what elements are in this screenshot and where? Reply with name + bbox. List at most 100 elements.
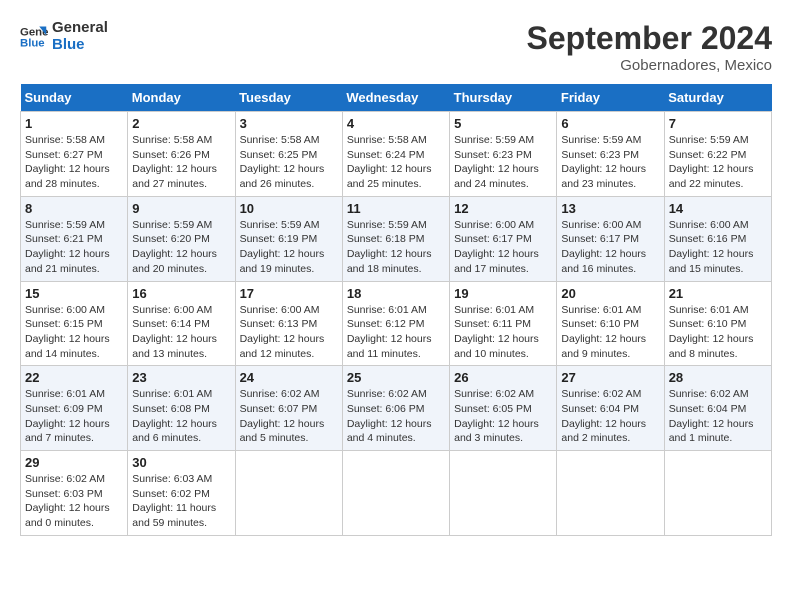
calendar-cell: 13 Sunrise: 6:00 AM Sunset: 6:17 PM Dayli… [557, 196, 664, 281]
title-block: September 2024 Gobernadores, Mexico [527, 20, 772, 74]
day-number: 24 [240, 370, 338, 385]
month-title: September 2024 [527, 20, 772, 57]
day-number: 29 [25, 455, 123, 470]
calendar-cell: 5 Sunrise: 5:59 AM Sunset: 6:23 PM Daylig… [450, 112, 557, 197]
calendar-cell: 28 Sunrise: 6:02 AM Sunset: 6:04 PM Dayli… [664, 366, 771, 451]
day-number: 15 [25, 286, 123, 301]
page-header: General Blue General Blue September 2024… [20, 20, 772, 74]
calendar-cell [664, 451, 771, 536]
calendar-cell: 11 Sunrise: 5:59 AM Sunset: 6:18 PM Dayli… [342, 196, 449, 281]
day-number: 17 [240, 286, 338, 301]
calendar-cell: 29 Sunrise: 6:02 AM Sunset: 6:03 PM Dayli… [21, 451, 128, 536]
calendar-table: SundayMondayTuesdayWednesdayThursdayFrid… [20, 84, 772, 536]
calendar-cell [342, 451, 449, 536]
day-number: 7 [669, 116, 767, 131]
day-header-thursday: Thursday [450, 84, 557, 112]
day-info: Sunrise: 5:58 AM Sunset: 6:26 PM Dayligh… [132, 133, 230, 192]
day-number: 18 [347, 286, 445, 301]
day-info: Sunrise: 5:59 AM Sunset: 6:19 PM Dayligh… [240, 218, 338, 277]
calendar-week-row: 1 Sunrise: 5:58 AM Sunset: 6:27 PM Daylig… [21, 112, 772, 197]
svg-text:Blue: Blue [20, 37, 45, 49]
day-number: 9 [132, 201, 230, 216]
day-info: Sunrise: 5:58 AM Sunset: 6:27 PM Dayligh… [25, 133, 123, 192]
calendar-cell: 6 Sunrise: 5:59 AM Sunset: 6:23 PM Daylig… [557, 112, 664, 197]
day-number: 22 [25, 370, 123, 385]
calendar-cell [235, 451, 342, 536]
day-number: 12 [454, 201, 552, 216]
calendar-week-row: 22 Sunrise: 6:01 AM Sunset: 6:09 PM Dayli… [21, 366, 772, 451]
day-header-wednesday: Wednesday [342, 84, 449, 112]
day-info: Sunrise: 6:02 AM Sunset: 6:03 PM Dayligh… [25, 472, 123, 531]
day-info: Sunrise: 6:01 AM Sunset: 6:08 PM Dayligh… [132, 387, 230, 446]
day-info: Sunrise: 6:03 AM Sunset: 6:02 PM Dayligh… [132, 472, 230, 531]
day-info: Sunrise: 6:00 AM Sunset: 6:17 PM Dayligh… [454, 218, 552, 277]
day-header-monday: Monday [128, 84, 235, 112]
day-info: Sunrise: 6:00 AM Sunset: 6:14 PM Dayligh… [132, 303, 230, 362]
location: Gobernadores, Mexico [527, 57, 772, 74]
day-header-tuesday: Tuesday [235, 84, 342, 112]
calendar-cell: 3Sunrise: 5:58 AM Sunset: 6:25 PM Daylig… [235, 112, 342, 197]
day-number: 21 [669, 286, 767, 301]
day-info: Sunrise: 6:01 AM Sunset: 6:11 PM Dayligh… [454, 303, 552, 362]
day-info: Sunrise: 5:59 AM Sunset: 6:20 PM Dayligh… [132, 218, 230, 277]
calendar-week-row: 29 Sunrise: 6:02 AM Sunset: 6:03 PM Dayli… [21, 451, 772, 536]
calendar-cell [450, 451, 557, 536]
calendar-cell: 21Sunrise: 6:01 AM Sunset: 6:10 PM Dayli… [664, 281, 771, 366]
day-header-saturday: Saturday [664, 84, 771, 112]
day-number: 30 [132, 455, 230, 470]
calendar-cell: 9 Sunrise: 5:59 AM Sunset: 6:20 PM Daylig… [128, 196, 235, 281]
day-info: Sunrise: 6:00 AM Sunset: 6:13 PM Dayligh… [240, 303, 338, 362]
day-info: Sunrise: 6:02 AM Sunset: 6:04 PM Dayligh… [669, 387, 767, 446]
calendar-cell [557, 451, 664, 536]
calendar-cell: 23 Sunrise: 6:01 AM Sunset: 6:08 PM Dayli… [128, 366, 235, 451]
calendar-cell: 2 Sunrise: 5:58 AM Sunset: 6:26 PM Daylig… [128, 112, 235, 197]
day-info: Sunrise: 6:00 AM Sunset: 6:16 PM Dayligh… [669, 218, 767, 277]
calendar-week-row: 8Sunrise: 5:59 AM Sunset: 6:21 PM Daylig… [21, 196, 772, 281]
calendar-header-row: SundayMondayTuesdayWednesdayThursdayFrid… [21, 84, 772, 112]
calendar-cell: 27 Sunrise: 6:02 AM Sunset: 6:04 PM Dayli… [557, 366, 664, 451]
day-info: Sunrise: 6:00 AM Sunset: 6:15 PM Dayligh… [25, 303, 123, 362]
day-info: Sunrise: 5:59 AM Sunset: 6:23 PM Dayligh… [561, 133, 659, 192]
calendar-cell: 18Sunrise: 6:01 AM Sunset: 6:12 PM Dayli… [342, 281, 449, 366]
day-number: 27 [561, 370, 659, 385]
day-info: Sunrise: 6:02 AM Sunset: 6:05 PM Dayligh… [454, 387, 552, 446]
day-number: 1 [25, 116, 123, 131]
day-number: 2 [132, 116, 230, 131]
day-number: 20 [561, 286, 659, 301]
day-info: Sunrise: 6:00 AM Sunset: 6:17 PM Dayligh… [561, 218, 659, 277]
calendar-cell: 24 Sunrise: 6:02 AM Sunset: 6:07 PM Dayli… [235, 366, 342, 451]
logo-line2: Blue [52, 37, 108, 54]
calendar-cell: 8Sunrise: 5:59 AM Sunset: 6:21 PM Daylig… [21, 196, 128, 281]
day-number: 11 [347, 201, 445, 216]
day-number: 4 [347, 116, 445, 131]
calendar-cell: 25Sunrise: 6:02 AM Sunset: 6:06 PM Dayli… [342, 366, 449, 451]
day-info: Sunrise: 6:02 AM Sunset: 6:04 PM Dayligh… [561, 387, 659, 446]
day-header-friday: Friday [557, 84, 664, 112]
logo-icon: General Blue [20, 23, 48, 51]
day-info: Sunrise: 6:02 AM Sunset: 6:07 PM Dayligh… [240, 387, 338, 446]
day-number: 28 [669, 370, 767, 385]
day-info: Sunrise: 6:01 AM Sunset: 6:09 PM Dayligh… [25, 387, 123, 446]
logo-line1: General [52, 20, 108, 37]
calendar-week-row: 15 Sunrise: 6:00 AM Sunset: 6:15 PM Dayli… [21, 281, 772, 366]
day-number: 5 [454, 116, 552, 131]
calendar-cell: 17 Sunrise: 6:00 AM Sunset: 6:13 PM Dayli… [235, 281, 342, 366]
calendar-cell: 26 Sunrise: 6:02 AM Sunset: 6:05 PM Dayli… [450, 366, 557, 451]
day-info: Sunrise: 5:59 AM Sunset: 6:23 PM Dayligh… [454, 133, 552, 192]
day-info: Sunrise: 5:59 AM Sunset: 6:18 PM Dayligh… [347, 218, 445, 277]
day-info: Sunrise: 6:02 AM Sunset: 6:06 PM Dayligh… [347, 387, 445, 446]
day-number: 14 [669, 201, 767, 216]
calendar-cell: 22 Sunrise: 6:01 AM Sunset: 6:09 PM Dayli… [21, 366, 128, 451]
calendar-cell: 1 Sunrise: 5:58 AM Sunset: 6:27 PM Daylig… [21, 112, 128, 197]
calendar-body: 1 Sunrise: 5:58 AM Sunset: 6:27 PM Daylig… [21, 112, 772, 536]
calendar-cell: 4Sunrise: 5:58 AM Sunset: 6:24 PM Daylig… [342, 112, 449, 197]
calendar-cell: 20Sunrise: 6:01 AM Sunset: 6:10 PM Dayli… [557, 281, 664, 366]
day-number: 13 [561, 201, 659, 216]
calendar-cell: 15 Sunrise: 6:00 AM Sunset: 6:15 PM Dayli… [21, 281, 128, 366]
day-number: 3 [240, 116, 338, 131]
day-number: 23 [132, 370, 230, 385]
day-number: 6 [561, 116, 659, 131]
day-number: 10 [240, 201, 338, 216]
day-number: 26 [454, 370, 552, 385]
calendar-cell: 12 Sunrise: 6:00 AM Sunset: 6:17 PM Dayli… [450, 196, 557, 281]
